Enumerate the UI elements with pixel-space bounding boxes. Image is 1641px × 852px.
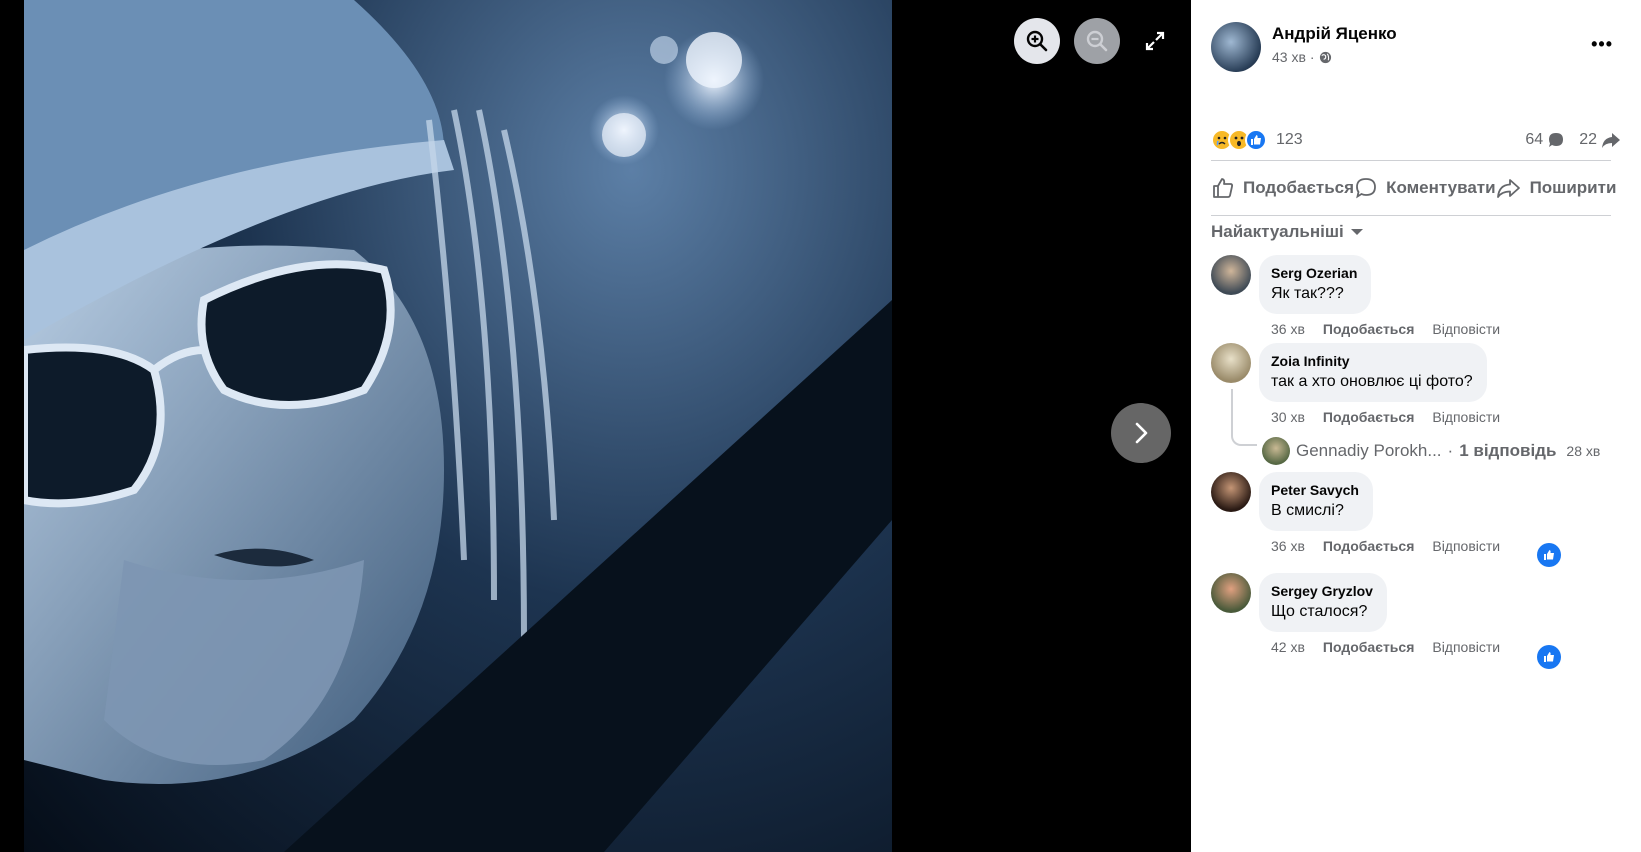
more-options-button[interactable]: ••• <box>1591 34 1613 55</box>
comment-meta: 36 хв Подобається Відповісти <box>1271 321 1500 337</box>
comment-like-badge[interactable] <box>1537 645 1561 669</box>
post-time[interactable]: 43 хв <box>1272 49 1306 65</box>
comment-bubble: Zoia Infinity так а хто оновлює ці фото? <box>1259 343 1487 402</box>
comment-like-badge[interactable] <box>1537 543 1561 567</box>
reply-separator: · <box>1447 441 1454 460</box>
post-actions: Подобається Коментувати Поширити <box>1211 168 1616 208</box>
reply-time: 28 хв <box>1566 443 1601 459</box>
divider-bottom <box>1211 215 1611 216</box>
post-header: Андрій Яценко 43 хв · <box>1211 22 1397 72</box>
photo-artwork <box>24 0 892 852</box>
post-panel: Андрій Яценко 43 хв · ••• 123 64 22 Подо… <box>1191 0 1641 852</box>
reply-author-name[interactable]: Gennadiy Porokh... <box>1296 441 1442 461</box>
commenter-name[interactable]: Peter Savych <box>1271 482 1359 498</box>
divider-top <box>1211 160 1611 161</box>
author-avatar[interactable] <box>1211 22 1261 72</box>
like-button[interactable]: Подобається <box>1211 176 1354 200</box>
comment-item: Serg Ozerian Як так??? 36 хв Подобається… <box>1211 255 1500 337</box>
zoom-in-icon <box>1026 30 1048 52</box>
comment-text: так а хто оновлює ці фото? <box>1271 373 1473 390</box>
reaction-icons[interactable] <box>1211 129 1267 151</box>
reply-preview[interactable]: Gennadiy Porokh... · 1 відповідь 28 хв <box>1262 437 1600 465</box>
zoom-out-button[interactable] <box>1074 18 1120 64</box>
comment-item: Peter Savych В смислі? 36 хв Подобається… <box>1211 472 1500 554</box>
meta-separator: · <box>1309 49 1315 65</box>
next-photo-button[interactable] <box>1111 403 1171 463</box>
post-photo <box>24 0 892 852</box>
comment-reply-button[interactable]: Відповісти <box>1432 409 1500 425</box>
share-count[interactable]: 22 <box>1579 131 1621 149</box>
reply-avatar[interactable] <box>1262 437 1290 465</box>
share-arrow-icon <box>1602 133 1620 148</box>
comment-sort-dropdown[interactable]: Найактуальніші <box>1211 222 1364 242</box>
comment-bubble: Peter Savych В смислі? <box>1259 472 1373 531</box>
share-icon <box>1496 179 1520 198</box>
comment-like-button[interactable]: Подобається <box>1323 538 1414 554</box>
comment-time[interactable]: 36 хв <box>1271 538 1305 554</box>
like-reaction-icon <box>1245 129 1267 151</box>
thumbs-up-icon <box>1544 652 1554 662</box>
reactions-bar: 123 64 22 <box>1211 128 1621 152</box>
comment-meta: 42 хв Подобається Відповісти <box>1271 639 1500 655</box>
comment-time[interactable]: 36 хв <box>1271 321 1305 337</box>
reply-thread-line <box>1231 389 1257 446</box>
zoom-in-button[interactable] <box>1014 18 1060 64</box>
reaction-count[interactable]: 123 <box>1276 131 1303 149</box>
comment-like-button[interactable]: Подобається <box>1323 409 1414 425</box>
comment-like-button[interactable]: Подобається <box>1323 639 1414 655</box>
comment-icon <box>1356 178 1376 199</box>
comment-bubble-icon <box>1549 133 1564 147</box>
commenter-avatar[interactable] <box>1211 343 1251 383</box>
zoom-out-icon <box>1086 30 1108 52</box>
comment-text: В смислі? <box>1271 502 1344 519</box>
comment-time[interactable]: 42 хв <box>1271 639 1305 655</box>
reply-count-link[interactable]: 1 відповідь <box>1459 441 1556 461</box>
comment-count[interactable]: 64 <box>1525 131 1565 149</box>
comment-meta: 30 хв Подобається Відповісти <box>1271 409 1500 425</box>
commenter-avatar[interactable] <box>1211 472 1251 512</box>
post-meta: 43 хв · <box>1272 49 1397 65</box>
comment-bubble: Sergey Gryzlov Що сталося? <box>1259 573 1387 632</box>
thumbs-up-icon <box>1213 178 1234 198</box>
comment-button-label: Коментувати <box>1386 178 1496 197</box>
fullscreen-button[interactable] <box>1140 26 1170 56</box>
globe-icon <box>1319 51 1331 63</box>
comment-reply-button[interactable]: Відповісти <box>1432 538 1500 554</box>
comment-like-button[interactable]: Подобається <box>1323 321 1414 337</box>
share-button[interactable]: Поширити <box>1496 176 1617 200</box>
comment-item: Sergey Gryzlov Що сталося? 42 хв Подобає… <box>1211 573 1500 655</box>
comment-meta: 36 хв Подобається Відповісти <box>1271 538 1500 554</box>
comment-time[interactable]: 30 хв <box>1271 409 1305 425</box>
commenter-avatar[interactable] <box>1211 255 1251 295</box>
engagement-counts: 64 22 <box>1525 131 1621 149</box>
comment-text: Як так??? <box>1271 285 1344 302</box>
author-name[interactable]: Андрій Яценко <box>1272 24 1397 44</box>
comment-button[interactable]: Коментувати <box>1354 176 1496 200</box>
share-count-value: 22 <box>1579 131 1597 148</box>
like-button-label: Подобається <box>1243 178 1355 197</box>
commenter-name[interactable]: Serg Ozerian <box>1271 265 1357 281</box>
chevron-right-icon <box>1135 422 1148 444</box>
thumbs-up-icon <box>1544 550 1554 560</box>
photo-viewer <box>0 0 1191 852</box>
share-button-label: Поширити <box>1529 178 1617 197</box>
comment-reply-button[interactable]: Відповісти <box>1432 321 1500 337</box>
commenter-name[interactable]: Sergey Gryzlov <box>1271 583 1373 599</box>
expand-icon <box>1145 31 1165 51</box>
commenter-name[interactable]: Zoia Infinity <box>1271 353 1473 369</box>
comment-bubble: Serg Ozerian Як так??? <box>1259 255 1372 314</box>
caret-down-icon <box>1350 229 1363 235</box>
sort-label: Найактуальніші <box>1211 222 1344 241</box>
comment-text: Що сталося? <box>1271 603 1368 620</box>
comment-count-value: 64 <box>1525 131 1544 148</box>
comment-reply-button[interactable]: Відповісти <box>1432 639 1500 655</box>
commenter-avatar[interactable] <box>1211 573 1251 613</box>
